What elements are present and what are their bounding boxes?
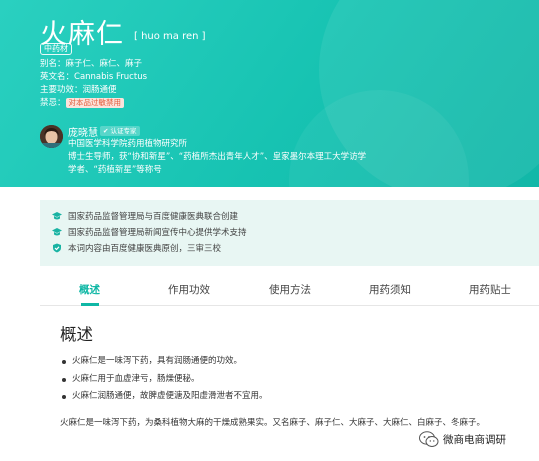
overview-paragraph: 火麻仁是一味泻下药，为桑科植物大麻的干燥成熟果实。又名麻子、麻子仁、大麻子、大麻… [60,418,486,428]
category-badge: 中药材 [40,43,72,55]
tab-effects[interactable]: 作用功效 [168,282,210,297]
info-label: 主要功效： [40,85,83,95]
author-org: 中国医学科学院药用植物研究所 [68,139,188,149]
wechat-icon [419,431,439,447]
authority-notice: 国家药品监督管理局与百度健康医典联合创建 国家药品监督管理局新闻宣传中心提供学术… [40,200,539,266]
info-contraindication: 禁忌： 对本品过敏禁用 [40,96,125,108]
info-value: 润肠通便 [82,85,117,95]
watermark: 微商电商调研 [419,431,506,448]
list-item: 火麻仁是一味泻下药，具有润肠通便的功效。 [62,356,268,374]
herb-header: 火麻仁 [ huo ma ren ] 中药材 别名：麻子仁、麻仁、麻子 英文名：… [0,0,539,187]
info-english-name: 英文名：Cannabis Fructus [40,70,147,82]
verified-label: 认证专家 [110,127,137,135]
summary-list: 火麻仁是一味泻下药，具有润肠通便的功效。 火麻仁用于血虚津亏，肠燥便秘。 火麻仁… [62,356,268,409]
herb-pinyin: [ huo ma ren ] [134,31,206,42]
list-item: 火麻仁用于血虚津亏，肠燥便秘。 [62,374,268,392]
notice-text: 本词内容由百度健康医典原创，三审三校 [68,244,222,254]
info-value: 麻子仁、麻仁、麻子 [65,59,143,69]
list-item: 火麻仁润肠通便，故脾虚便溏及阳虚滑泄者不宜用。 [62,391,268,409]
author-bio-line1: 博士生导师，获“协和新星”、“药植所杰出青年人才”、皇家墨尔本理工大学访学 [68,152,367,162]
info-alias: 别名：麻子仁、麻仁、麻子 [40,57,142,69]
verified-badge: ✔ 认证专家 [100,126,140,136]
tab-tips[interactable]: 用药贴士 [469,282,511,297]
info-label: 别名： [40,59,66,69]
watermark-text: 微商电商调研 [443,434,506,446]
notice-text: 国家药品监督管理局与百度健康医典联合创建 [68,212,239,222]
author-bio-line2: 学者、“药植新星”等称号 [68,165,162,175]
info-value: Cannabis Fructus [74,72,148,82]
contraindication-tag: 对本品过敏禁用 [65,97,125,108]
notice-row: 国家药品监督管理局新闻宣传中心提供学术支持 [52,226,247,238]
info-efficacy: 主要功效：润肠通便 [40,83,117,95]
active-tab-indicator [81,303,99,306]
notice-text: 国家药品监督管理局新闻宣传中心提供学术支持 [68,228,247,238]
tab-usage[interactable]: 使用方法 [269,282,311,297]
avatar[interactable] [40,125,63,148]
notice-row: 国家药品监督管理局与百度健康医典联合创建 [52,210,238,222]
tab-bar: 概述 作用功效 使用方法 用药须知 用药贴士 [40,268,539,306]
notice-row: 本词内容由百度健康医典原创，三审三校 [52,242,221,254]
graduation-cap-icon [52,212,62,220]
shield-check-icon [53,243,61,253]
info-label: 英文名： [40,72,75,82]
graduation-cap-icon [52,228,62,236]
section-title: 概述 [60,325,93,344]
tab-precautions[interactable]: 用药须知 [369,282,411,297]
info-label: 禁忌： [40,98,66,108]
tab-overview[interactable]: 概述 [79,282,100,297]
